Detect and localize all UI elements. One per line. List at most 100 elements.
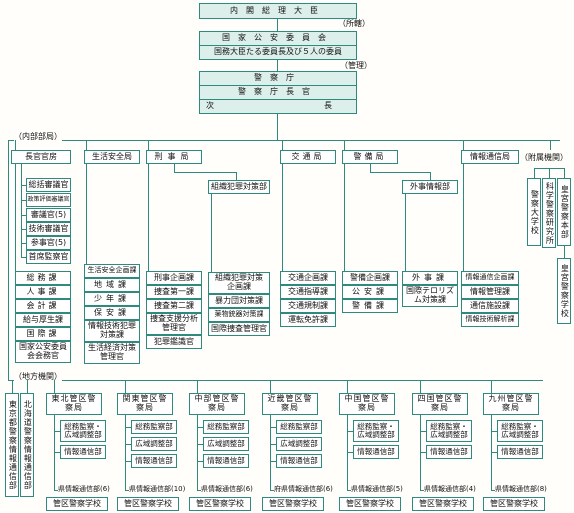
seian-div-5: 生活経済対策管理官 [84,342,140,364]
regional-division-label: 情報通信部 [430,446,468,456]
regional-bureau-name: 四国管区警察局 [417,394,463,412]
org-chart: 内閣総理大臣 （所轄） 国家公安委員会 国務大臣たる委員長及び５人の委員 （管理… [0,0,574,513]
gaiji-div-0: 外事課 [402,271,458,285]
regional-bureau-name: 中部管区警察局 [194,394,240,412]
regional-division-label: 総務監察部 [135,421,173,431]
regional-school: 管区警察学校 [262,497,324,511]
chokan-div-4: 国際課 [15,327,71,341]
regional-prefecture-depts: 府県情報通信部(6) [274,484,333,494]
chokan-sub-5: 首席監察官 [26,250,71,264]
keibi-div-2: 警備課 [342,299,398,313]
kotsu-div-2: 交通規制課 [280,299,336,313]
seian-div-1: 地域課 [84,278,140,292]
keibi-div-0: 警備企画課 [342,271,398,285]
regional-division: 総務監察・広域調整部 [497,420,543,442]
regional-drop-line [54,380,55,393]
regional-drop-line [125,380,126,393]
gaiji-div-1: 国際テロリズム対策課 [402,285,458,307]
regional-division: 情報通信部 [426,445,472,459]
chokan-div-5-label: 国家公安委員会会務官 [19,342,67,360]
chokan-sub-3: 技術審議官 [26,222,71,236]
seian-div-4: 情報技術犯罪対策課 [84,320,140,342]
gaiji-div-1-label: 国際テロリズム対策課 [406,286,454,304]
seian-div-4-label: 情報技術犯罪対策課 [88,321,136,339]
regional-prefecture-depts: 県情報通信部(8) [495,484,547,494]
chokan-div-0: 総務課 [15,271,71,285]
regional-bureau-name: 関東管区警察局 [122,394,168,412]
regional-prefecture-depts: 県情報通信部(10) [129,484,186,494]
regional-drop-line [270,380,271,393]
attached-3: 皇宮警察学校 [557,258,571,324]
hokkaido-info-dept: 北海道警察情報通信部 [20,393,34,497]
regional-division: 広域調整部 [203,437,249,451]
sotai-div-3: 国際捜査管理官 [208,322,270,336]
regional-school: 管区警察学校 [412,497,474,511]
regional-division-label: 総務監察・広域調整部 [501,421,539,439]
keiji-div-4: 犯罪鑑識官 [146,335,202,349]
regional-bureau-name: 九州管区警察局 [488,394,534,412]
regional-bureau-name: 近畿管区警察局 [267,394,313,412]
regional-prefecture-depts: 県情報通信部(4) [424,484,476,494]
regional-school: 管区警察学校 [46,497,108,511]
regional-division-label: 情報通信部 [501,446,539,456]
npa-box: 警察庁 [199,71,357,86]
chokan-sub-2: 審議官(5) [26,208,71,222]
chokan-div-5: 国家公安委員会会務官 [15,341,71,363]
tokyo-info-dept: 東京都警察情報通信部 [5,393,19,497]
regional-bureau-title: 中部管区警察局 [189,393,245,415]
sotai-div-0: 組織犯罪対策企画課 [208,272,270,294]
regional-division: 総務監察・広域調整部 [426,420,472,442]
gaiji-title: 外事情報部 [402,180,458,194]
regional-school: 管区警察学校 [339,497,401,511]
regional-drop-line [347,380,348,393]
seian-div-3: 保安課 [84,306,140,320]
regional-division-label: 広域調整部 [207,438,245,448]
sotai-div-1: 暴力団対策課 [208,294,270,308]
regional-division: 情報通信部 [131,454,177,468]
regional-division: 情報通信部 [60,445,106,459]
deputy-box: 次長 [199,99,357,114]
regional-division: 情報通信部 [276,454,322,468]
commissioner-box: 警察庁長官 [199,85,357,100]
regional-drop-line [491,380,492,393]
regional-division: 広域調整部 [131,437,177,451]
sotai-title: 組織犯罪対策部 [208,180,270,194]
regional-division: 総務監察・広域調整部 [60,420,106,442]
keibi-div-1: 公安課 [342,285,398,299]
regional-division-label: 総務監察・広域調整部 [64,421,102,439]
regional-division-label: 広域調整部 [280,438,318,448]
regional-division: 広域調整部 [276,437,322,451]
commission-members-box: 国務大臣たる委員長及び５人の委員 [199,45,357,60]
regional-division-label: 情報通信部 [64,446,102,456]
regional-division: 総務監察部 [131,420,177,434]
regional-division-label: 情報通信部 [357,446,395,456]
seian-div-5-label: 生活経済対策管理官 [88,343,136,361]
regional-division-label: 総務監察部 [280,421,318,431]
regional-prefecture-depts: 県情報通信部(5) [351,484,403,494]
seian-div-2: 少年課 [84,292,140,306]
regional-division-label: 情報通信部 [135,455,173,465]
regional-bureau-name: 中国管区警察局 [344,394,390,412]
deputy-label: 次長 [206,101,442,111]
regional-division: 情報通信部 [203,454,249,468]
chokan-sub-0: 総括審議官 [26,178,71,192]
regional-bureau-name: 東北管区警察局 [51,394,97,412]
sotai-div-0-label: 組織犯罪対策企画課 [215,273,263,291]
chokan-div-3: 給与厚生課 [15,313,71,327]
regional-bureau-title: 近畿管区警察局 [262,393,318,415]
regional-prefecture-depts: 県情報通信部(6) [201,484,253,494]
regional-division: 総務監察部 [203,420,249,434]
kotsu-div-3: 運転免許課 [280,313,336,327]
regional-spine [420,415,421,491]
regional-bureau-title: 東北管区警察局 [46,393,102,415]
kotsu-div-0: 交通企画課 [280,271,336,285]
regional-division-label: 情報通信部 [207,455,245,465]
chokan-sub-1: 政策評価審議官 [26,193,71,207]
seian-title: 生活安全局 [84,150,140,164]
sotai-div-2: 薬物銃器対策課 [208,308,270,322]
regional-division-label: 広域調整部 [135,438,173,448]
joho-div-2: 通信施設課 [461,299,519,313]
regional-spine [491,415,492,491]
regional-spine [347,415,348,491]
regional-school: 管区警察学校 [483,497,545,511]
